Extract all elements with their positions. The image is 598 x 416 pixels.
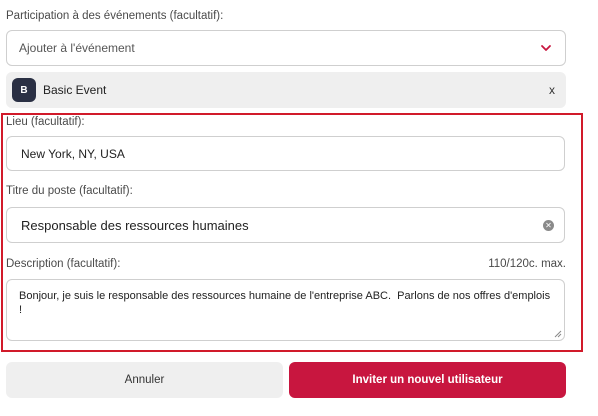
- event-avatar: B: [12, 78, 36, 102]
- event-select[interactable]: Ajouter à l'événement: [6, 30, 566, 66]
- description-label: Description (facultatif):: [6, 258, 121, 270]
- selected-event-chip: B Basic Event x: [6, 72, 566, 108]
- event-name: Basic Event: [43, 83, 107, 97]
- location-input[interactable]: [7, 137, 564, 170]
- cancel-button[interactable]: Annuler: [6, 362, 283, 398]
- job-title-label: Titre du poste (facultatif):: [6, 185, 133, 197]
- description-field[interactable]: Bonjour, je suis le responsable des ress…: [6, 279, 565, 341]
- event-label: Participation à des événements (facultat…: [6, 10, 224, 22]
- chevron-down-icon[interactable]: [539, 41, 553, 55]
- job-title-field[interactable]: ✕: [6, 207, 565, 243]
- description-counter: 110/120c. max.: [488, 258, 566, 270]
- location-field[interactable]: [6, 136, 565, 171]
- job-title-input[interactable]: [7, 208, 564, 242]
- invite-user-button[interactable]: Inviter un nouvel utilisateur: [289, 362, 566, 398]
- clear-icon[interactable]: ✕: [543, 220, 554, 231]
- description-textarea[interactable]: Bonjour, je suis le responsable des ress…: [7, 280, 564, 340]
- event-select-placeholder: Ajouter à l'événement: [19, 41, 135, 55]
- remove-event-button[interactable]: x: [544, 81, 560, 99]
- location-label: Lieu (facultatif):: [6, 116, 85, 128]
- resize-handle-icon[interactable]: [554, 330, 562, 338]
